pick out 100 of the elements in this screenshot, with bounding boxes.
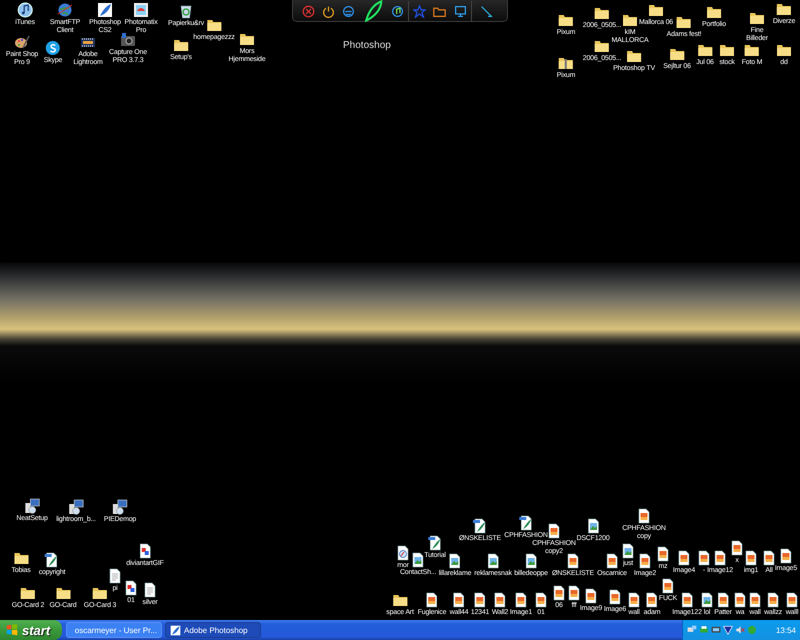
folder-icon[interactable] [433, 4, 446, 18]
psd-file-icon [427, 535, 443, 551]
image-file-icon [743, 550, 759, 566]
installer-icon [24, 498, 40, 514]
image-file-icon [747, 592, 763, 608]
text-file-icon [107, 568, 123, 584]
monitor-icon[interactable] [454, 4, 467, 18]
image-file-icon [637, 553, 653, 569]
picture-icon [133, 2, 149, 18]
image-file-icon [565, 553, 581, 569]
start-button[interactable]: start [0, 620, 62, 640]
image-file-icon [679, 592, 695, 608]
image-file-icon [424, 592, 440, 608]
folder-icon [622, 12, 638, 28]
compass-file-icon [395, 545, 411, 561]
folder-icon [173, 37, 189, 53]
feather-icon[interactable] [362, 0, 384, 22]
chat-icon [45, 40, 61, 56]
folder-icon [648, 2, 664, 18]
monitor-icon[interactable] [711, 625, 721, 635]
folder-icon [392, 592, 408, 608]
psd-file-icon [472, 518, 488, 534]
folder-icon [776, 42, 792, 58]
image-file-icon [533, 592, 549, 608]
photo-file-icon [485, 553, 501, 569]
folder-icon [20, 585, 36, 601]
image-file-icon [636, 508, 652, 524]
image-file-icon [546, 523, 562, 539]
image-file-icon [451, 592, 467, 608]
folder-icon [558, 12, 574, 28]
photo-file-icon [699, 592, 715, 608]
image-file-icon [626, 592, 642, 608]
triangle-icon[interactable] [723, 625, 733, 635]
camera-icon [120, 32, 136, 48]
folder-icon [749, 10, 765, 26]
folder-icon [697, 42, 713, 58]
taskbar-button[interactable]: oscarmeyer - User Pr... [66, 622, 162, 638]
gif-file-icon [123, 580, 139, 596]
folder-icon [594, 38, 610, 54]
folder-icon [626, 48, 642, 64]
gif-file-icon [137, 543, 153, 559]
image-file-icon [784, 592, 800, 608]
image-file-icon [655, 546, 671, 562]
folder-icon [669, 46, 685, 62]
photo-file-icon [447, 553, 463, 569]
image-file-icon [513, 592, 529, 608]
folder-icon [239, 31, 255, 47]
installer-icon [68, 499, 84, 515]
image-file-icon [765, 592, 781, 608]
photo-file-icon [585, 518, 601, 534]
pen-icon[interactable] [480, 4, 493, 18]
folder-icon [676, 14, 692, 30]
image-file-icon [676, 550, 692, 566]
clock: 13:54 [776, 626, 796, 634]
image-file-icon [778, 548, 794, 564]
image-file-icon [604, 553, 620, 569]
folder-icon [92, 585, 108, 601]
image-file-icon [551, 585, 567, 601]
taskbar-button[interactable]: Adobe Photoshop [165, 622, 261, 638]
folder-icon [594, 5, 610, 21]
recycle-bin-icon [178, 3, 194, 19]
music-icon [17, 2, 33, 18]
image-file-icon [696, 550, 712, 566]
image-file-icon [715, 592, 731, 608]
dock-label: Photoshop [343, 40, 391, 51]
image-file-icon [607, 589, 623, 605]
image-file-icon [729, 540, 745, 556]
globe-icon [57, 2, 73, 18]
image-file-icon [660, 578, 676, 594]
feather-icon [97, 2, 113, 18]
windows-flag-icon [6, 624, 18, 636]
star-icon[interactable] [412, 4, 426, 18]
close-icon[interactable] [302, 4, 316, 18]
music-icon[interactable] [391, 4, 404, 18]
feather-icon [170, 624, 181, 636]
image-file-icon [712, 550, 728, 566]
image-file-icon [644, 592, 660, 608]
psd-file-icon [518, 515, 534, 531]
folder-icon [55, 585, 71, 601]
folder-icon [13, 550, 29, 566]
text-file-icon [142, 582, 158, 598]
image-file-icon [492, 592, 508, 608]
zip-folder-icon [558, 55, 574, 71]
folder-icon [744, 42, 760, 58]
folder-icon [719, 42, 735, 58]
palette-icon [14, 34, 30, 50]
printer-icon[interactable] [699, 625, 709, 635]
photo-file-icon [523, 553, 539, 569]
folder-icon [206, 17, 222, 33]
power-icon[interactable] [322, 4, 336, 18]
photo-file-icon [410, 552, 426, 568]
photo-file-icon [620, 543, 636, 559]
speaker-muted-icon[interactable] [735, 625, 745, 635]
folder-icon [706, 4, 722, 20]
image-file-icon [583, 588, 599, 604]
folder-icon [776, 1, 792, 17]
image-file-icon [566, 585, 582, 601]
psd-file-icon [44, 552, 60, 568]
image-file-icon [761, 550, 777, 566]
image-file-icon [732, 592, 748, 608]
